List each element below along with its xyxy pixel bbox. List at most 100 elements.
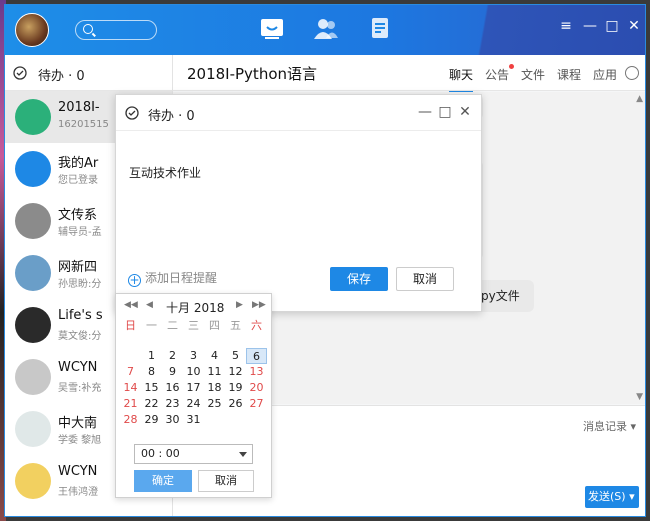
weekday-label: 三 [188, 319, 199, 332]
calendar-day[interactable]: 30 [162, 412, 183, 428]
calendar-day[interactable]: 27 [246, 396, 267, 412]
calendar-day[interactable]: 18 [204, 380, 225, 396]
calendar-day[interactable]: 10 [183, 364, 204, 380]
avatar [15, 255, 51, 291]
contacts-icon[interactable] [313, 17, 339, 41]
calendar-day[interactable]: 11 [204, 364, 225, 380]
weekday-label: 二 [167, 319, 178, 332]
calendar-day[interactable]: 25 [204, 396, 225, 412]
search-input[interactable] [75, 20, 157, 40]
calendar-day[interactable]: 19 [225, 380, 246, 396]
prev-year-icon[interactable]: ◀◀ [124, 300, 138, 310]
save-button[interactable]: 保存 [330, 267, 388, 291]
chat-title: 2018I-Python语言 [187, 65, 318, 83]
user-avatar[interactable] [15, 13, 49, 47]
calendar-day[interactable]: 6 [246, 348, 267, 364]
calendar-week: 21 22 23 24 25 26 27 [120, 396, 270, 412]
calendar-day[interactable]: 13 [246, 364, 267, 380]
check-circle-icon [125, 106, 139, 120]
search-icon [83, 24, 93, 34]
calendar-cancel-button[interactable]: 取消 [198, 470, 254, 492]
calendar-day[interactable]: 16 [162, 380, 183, 396]
calendar-week: 14 15 16 17 18 19 20 [120, 380, 270, 396]
maximize-icon[interactable]: □ [438, 105, 452, 119]
settings-icon[interactable] [625, 66, 639, 80]
calendar-day[interactable]: 22 [141, 396, 162, 412]
date-picker: ◀◀ ◀ 十月 2018 ▶ ▶▶ 日一二三四五六 1 2 3 4 5 6 7 8 9 10 11 12… [115, 293, 272, 498]
calendar-day[interactable]: 31 [183, 412, 204, 428]
check-circle-icon [13, 66, 27, 80]
weekday-label: 一 [146, 319, 157, 332]
calendar-day[interactable]: 20 [246, 380, 267, 396]
avatar [15, 463, 51, 499]
calendar-day[interactable]: 23 [162, 396, 183, 412]
app-window: ≡ — □ ✕ 待办 · 0 2018I- 16201515 我的Ar 您已登录 文传系… [4, 4, 646, 517]
calendar-day[interactable]: 28 [120, 412, 141, 428]
avatar [15, 411, 51, 447]
calendar-week: 28 29 30 31 [120, 412, 270, 428]
dialog-header: 待办 · 0 — □ ✕ [116, 95, 481, 131]
tab-apps[interactable]: 应用 [593, 66, 617, 83]
weekday-label: 日 [125, 319, 136, 332]
calendar-day[interactable]: 8 [141, 364, 162, 380]
todo-dialog: 待办 · 0 — □ ✕ 互动技术作业 + 添加日程提醒 保存 取消 [115, 94, 482, 312]
history-link[interactable]: 消息记录 ▾ [583, 418, 636, 434]
avatar [15, 151, 51, 187]
top-bar: ≡ — □ ✕ [5, 5, 645, 55]
calendar-day[interactable]: 29 [141, 412, 162, 428]
chat-header: 2018I-Python语言 聊天 公告 文件 课程 应用 [173, 55, 645, 93]
tab-chat[interactable]: 聊天 [449, 66, 474, 93]
calendar-day[interactable]: 1 [141, 348, 162, 364]
weekday-label: 六 [251, 319, 262, 332]
calendar-day[interactable]: 26 [225, 396, 246, 412]
calendar-day[interactable]: 14 [120, 380, 141, 396]
confirm-button[interactable]: 确定 [134, 470, 192, 492]
calendar-empty [204, 412, 225, 428]
scroll-up-icon[interactable]: ▲ [636, 94, 643, 104]
dialog-title: 待办 · 0 [148, 109, 195, 124]
avatar [15, 359, 51, 395]
calendar-day[interactable]: 5 [225, 348, 246, 364]
calendar-day[interactable]: 12 [225, 364, 246, 380]
send-button[interactable]: 发送(S) ▾ [585, 486, 639, 508]
calendar-day[interactable]: 24 [183, 396, 204, 412]
calendar-day[interactable]: 7 [120, 364, 141, 380]
time-select[interactable]: 00 : 00 [134, 444, 253, 464]
calendar-day[interactable]: 9 [162, 364, 183, 380]
add-reminder-button[interactable]: + 添加日程提醒 [128, 269, 217, 287]
next-year-icon[interactable]: ▶▶ [252, 300, 266, 310]
minimize-icon[interactable]: — [418, 105, 432, 119]
tab-announcement[interactable]: 公告 [485, 64, 515, 83]
avatar [15, 203, 51, 239]
todo-content[interactable]: 互动技术作业 [129, 164, 201, 181]
calendar-day[interactable]: 21 [120, 396, 141, 412]
weekday-header: 日一二三四五六 [120, 318, 270, 334]
close-icon[interactable]: ✕ [627, 19, 641, 33]
cancel-button[interactable]: 取消 [396, 267, 454, 291]
calendar-day[interactable]: 15 [141, 380, 162, 396]
todo-header[interactable]: 待办 · 0 [5, 55, 172, 91]
calendar-day[interactable]: 3 [183, 348, 204, 364]
tab-courses[interactable]: 课程 [557, 66, 581, 83]
month-title: 十月 2018 [166, 301, 225, 315]
minimize-icon[interactable]: — [583, 19, 597, 33]
calendar-empty [225, 412, 246, 428]
chevron-down-icon [239, 452, 247, 457]
next-month-icon[interactable]: ▶ [236, 300, 243, 310]
calendar-day[interactable]: 2 [162, 348, 183, 364]
message-icon[interactable] [259, 17, 285, 41]
calendar-day[interactable]: 17 [183, 380, 204, 396]
calendar-day[interactable]: 4 [204, 348, 225, 364]
avatar [15, 99, 51, 135]
unread-dot [509, 64, 515, 69]
prev-month-icon[interactable]: ◀ [146, 300, 153, 310]
calendar-empty [246, 412, 267, 428]
calendar-week: 7 8 9 10 11 12 13 [120, 364, 270, 380]
tab-files[interactable]: 文件 [521, 66, 545, 83]
maximize-icon[interactable]: □ [605, 19, 619, 33]
close-icon[interactable]: ✕ [458, 105, 472, 119]
calendar-empty [120, 348, 141, 364]
menu-icon[interactable]: ≡ [559, 19, 573, 33]
scroll-down-icon[interactable]: ▼ [636, 392, 643, 402]
files-icon[interactable] [367, 17, 393, 41]
